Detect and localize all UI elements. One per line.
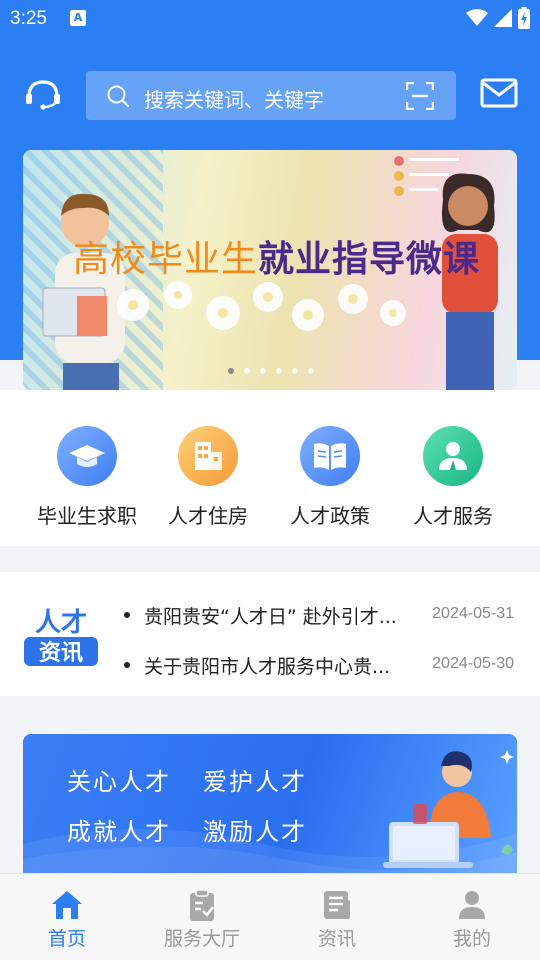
banner-dot[interactable] — [308, 368, 314, 374]
tab-service-hall[interactable]: 服务大厅 — [147, 888, 257, 951]
promo-text: 成就人才 — [67, 818, 171, 846]
banner-dot[interactable] — [292, 368, 298, 374]
quick-link-job-seeking[interactable]: 毕业生求职 — [27, 426, 147, 529]
promo-person-illustration — [383, 750, 514, 868]
news-panel: 人才 资讯 贵阳贵安“人才日” 赴外引才... 2024-05-31 关于贵阳市… — [0, 572, 540, 696]
quick-link-label: 毕业生求职 — [37, 504, 137, 528]
user-icon — [459, 891, 485, 919]
news-icon — [324, 891, 350, 919]
news-item[interactable]: 贵阳贵安“人才日” 赴外引才... 2024-05-31 — [124, 602, 524, 628]
talent-news-logo: 人才 资讯 — [24, 608, 98, 666]
banner-dot[interactable] — [260, 368, 266, 374]
banner-dot[interactable] — [228, 368, 234, 374]
quick-link-housing[interactable]: 人才住房 — [148, 426, 268, 529]
news-title[interactable]: 关于贵阳市人才服务中心贵... — [144, 652, 414, 679]
status-bar: 3:25 A — [0, 0, 540, 38]
banner-dot[interactable] — [244, 368, 250, 374]
quick-links-panel: 毕业生求职 人才住房 人才政策 人才服务 — [0, 390, 540, 546]
news-logo-line1: 人才 — [35, 608, 87, 638]
tab-label: 首页 — [47, 928, 86, 950]
home-icon — [52, 891, 82, 919]
tab-label: 我的 — [452, 928, 491, 950]
tab-news[interactable]: 资讯 — [282, 888, 392, 951]
notification-icon: A — [70, 10, 86, 26]
top-header: 搜索关键词、关键字 — [0, 60, 540, 130]
search-bar[interactable]: 搜索关键词、关键字 — [86, 71, 456, 120]
quick-link-policy[interactable]: 人才政策 — [270, 426, 390, 529]
scan-icon[interactable] — [406, 82, 434, 110]
promo-text: 爱护人才 — [203, 768, 307, 796]
news-item[interactable]: 关于贵阳市人才服务中心贵... 2024-05-30 — [124, 652, 524, 678]
banner-profile-decoration — [394, 156, 459, 196]
book-icon — [300, 426, 360, 486]
quick-link-service[interactable]: 人才服务 — [393, 426, 513, 529]
wifi-icon — [466, 9, 488, 26]
bullet — [124, 612, 130, 618]
mail-icon[interactable] — [480, 78, 518, 108]
news-title[interactable]: 贵阳贵安“人才日” 赴外引才... — [144, 602, 414, 629]
news-date: 2024-05-30 — [432, 655, 514, 672]
signal-icon — [494, 9, 512, 27]
quick-link-label: 人才服务 — [413, 504, 493, 528]
building-icon — [178, 426, 238, 486]
banner-carousel[interactable]: 高校毕业生就业指导微课 — [23, 150, 517, 390]
news-logo-line2: 资讯 — [39, 641, 83, 666]
quick-link-label: 人才住房 — [168, 504, 248, 528]
search-icon — [107, 85, 130, 108]
bullet — [124, 662, 130, 668]
graduation-cap-icon — [57, 426, 117, 486]
clipboard-icon — [190, 889, 214, 921]
tab-label: 服务大厅 — [163, 928, 240, 950]
tab-home[interactable]: 首页 — [12, 888, 122, 951]
tab-label: 资讯 — [317, 928, 356, 950]
person-service-icon — [423, 426, 483, 486]
banner-dot[interactable] — [276, 368, 282, 374]
promo-text: 激励人才 — [203, 818, 307, 846]
promo-banner[interactable]: 关心人才 爱护人才 成就人才 激励人才 — [23, 734, 517, 874]
status-time: 3:25 — [10, 8, 47, 29]
banner-title-part1: 高校毕业生 — [73, 239, 259, 280]
banner-pagination — [228, 368, 314, 374]
tab-mine[interactable]: 我的 — [417, 888, 527, 951]
status-icons — [466, 7, 530, 29]
quick-link-label: 人才政策 — [290, 504, 370, 528]
banner-title: 高校毕业生就业指导微课 — [73, 230, 480, 282]
promo-text: 关心人才 — [67, 768, 171, 796]
customer-service-icon[interactable] — [22, 74, 64, 116]
banner-title-part2: 就业指导微课 — [258, 239, 481, 280]
news-date: 2024-05-31 — [432, 605, 514, 622]
bottom-tab-bar: 首页 服务大厅 资讯 我的 — [0, 873, 540, 960]
search-input[interactable]: 搜索关键词、关键字 — [144, 84, 324, 113]
battery-icon — [518, 7, 530, 29]
